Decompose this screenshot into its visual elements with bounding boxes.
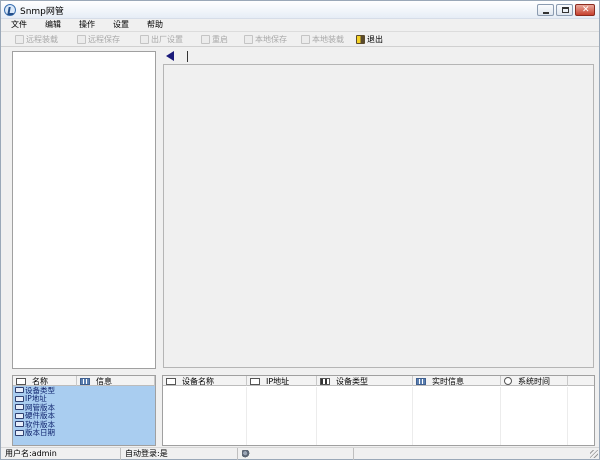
info-table[interactable]: 名称 信息 设备类型 IP地址 网管版本 硬件版本 软件版本 版本日期 bbox=[12, 375, 156, 446]
app-window: Snmp网管 ✕ 文件 编辑 操作 设置 帮助 远程装载 远程保存 出厂设置 重… bbox=[0, 0, 600, 460]
menu-bar: 文件 编辑 操作 设置 帮助 bbox=[1, 19, 599, 30]
menu-file[interactable]: 文件 bbox=[7, 19, 31, 30]
factory-reset-label: 出厂设置 bbox=[151, 34, 183, 44]
menu-operate[interactable]: 操作 bbox=[75, 19, 99, 30]
col-ip-address-label: IP地址 bbox=[266, 376, 290, 386]
local-save-icon bbox=[244, 34, 253, 44]
window-icon bbox=[15, 387, 24, 394]
resize-grip-icon[interactable] bbox=[590, 450, 598, 458]
status-network-cell bbox=[238, 448, 354, 460]
toolbar: 远程装载 远程保存 出厂设置 重启 本地保存 本地装载 退出 bbox=[1, 31, 599, 47]
table-column bbox=[163, 387, 247, 445]
window-icon bbox=[16, 377, 26, 385]
col-device-name[interactable]: 设备名称 bbox=[163, 376, 247, 386]
main-content-pane[interactable] bbox=[163, 64, 594, 368]
minimize-icon bbox=[543, 12, 549, 14]
window-icon bbox=[15, 421, 24, 428]
table-column bbox=[501, 387, 568, 445]
local-load-label: 本地装载 bbox=[312, 34, 344, 44]
close-icon: ✕ bbox=[582, 5, 590, 15]
local-load-icon bbox=[301, 34, 310, 44]
local-load-button[interactable]: 本地装载 bbox=[301, 32, 344, 46]
maximize-icon bbox=[562, 7, 569, 13]
remote-load-button[interactable]: 远程装载 bbox=[15, 32, 58, 46]
factory-reset-button[interactable]: 出厂设置 bbox=[140, 32, 183, 46]
device-table[interactable]: 设备名称 IP地址 设备类型 实时信息 系统时间 bbox=[162, 375, 595, 446]
remote-save-button[interactable]: 远程保存 bbox=[77, 32, 120, 46]
status-bar: 用户名:admin 自动登录:是 bbox=[1, 447, 599, 460]
bar-chart-icon bbox=[320, 377, 330, 385]
maximize-button[interactable] bbox=[556, 4, 573, 16]
minimize-button[interactable] bbox=[537, 4, 554, 16]
close-button[interactable]: ✕ bbox=[575, 4, 595, 16]
col-ip-address[interactable]: IP地址 bbox=[247, 376, 317, 386]
window-title: Snmp网管 bbox=[20, 7, 64, 17]
remote-load-icon bbox=[15, 34, 24, 44]
col-realtime-info[interactable]: 实时信息 bbox=[413, 376, 501, 386]
status-user: 用户名:admin bbox=[1, 448, 121, 460]
table-column bbox=[413, 387, 501, 445]
title-bar: Snmp网管 ✕ bbox=[1, 1, 599, 19]
back-arrow-icon[interactable] bbox=[166, 51, 174, 61]
restart-button[interactable]: 重启 bbox=[201, 32, 228, 46]
window-icon bbox=[15, 429, 24, 436]
menu-settings[interactable]: 设置 bbox=[109, 19, 133, 30]
device-table-header: 设备名称 IP地址 设备类型 实时信息 系统时间 bbox=[163, 376, 594, 386]
status-empty-cell bbox=[354, 448, 599, 460]
menu-edit[interactable]: 编辑 bbox=[41, 19, 65, 30]
col-system-time[interactable]: 系统时间 bbox=[501, 376, 568, 386]
info-col-info-label: 信息 bbox=[96, 376, 112, 386]
window-icon bbox=[15, 404, 24, 411]
exit-button[interactable]: 退出 bbox=[356, 32, 383, 46]
window-icon bbox=[15, 395, 24, 402]
window-icon bbox=[15, 412, 24, 419]
status-autologin: 自动登录:是 bbox=[121, 448, 238, 460]
info-col-info[interactable]: 信息 bbox=[77, 376, 155, 386]
table-column bbox=[247, 387, 317, 445]
exit-label: 退出 bbox=[367, 34, 383, 44]
grid-icon bbox=[416, 377, 426, 385]
row-label: 版本日期 bbox=[25, 428, 55, 438]
device-tree-panel[interactable] bbox=[12, 51, 156, 369]
factory-reset-icon bbox=[140, 34, 149, 44]
grid-icon bbox=[80, 377, 90, 385]
local-save-button[interactable]: 本地保存 bbox=[244, 32, 287, 46]
remote-load-label: 远程装载 bbox=[26, 34, 58, 44]
col-device-name-label: 设备名称 bbox=[182, 376, 214, 386]
network-card-icon bbox=[250, 377, 260, 385]
col-realtime-info-label: 实时信息 bbox=[432, 376, 464, 386]
menu-help[interactable]: 帮助 bbox=[143, 19, 167, 30]
info-table-body: 设备类型 IP地址 网管版本 硬件版本 软件版本 版本日期 bbox=[13, 386, 155, 445]
col-device-type[interactable]: 设备类型 bbox=[317, 376, 413, 386]
window-controls: ✕ bbox=[537, 4, 595, 16]
device-table-body bbox=[163, 387, 594, 445]
restart-label: 重启 bbox=[212, 34, 228, 44]
app-logo-icon bbox=[4, 4, 16, 16]
exit-door-icon bbox=[356, 34, 365, 44]
remote-save-label: 远程保存 bbox=[88, 34, 120, 44]
network-status-icon bbox=[242, 450, 250, 458]
remote-save-icon bbox=[77, 34, 86, 44]
local-save-label: 本地保存 bbox=[255, 34, 287, 44]
table-column bbox=[317, 387, 413, 445]
list-item[interactable]: 版本日期 bbox=[13, 428, 155, 438]
col-device-type-label: 设备类型 bbox=[336, 376, 368, 386]
col-system-time-label: 系统时间 bbox=[518, 376, 550, 386]
navigation-row bbox=[162, 48, 599, 64]
text-cursor bbox=[187, 51, 188, 62]
window-icon bbox=[166, 377, 176, 385]
restart-icon bbox=[201, 34, 210, 44]
clock-icon bbox=[504, 377, 512, 385]
